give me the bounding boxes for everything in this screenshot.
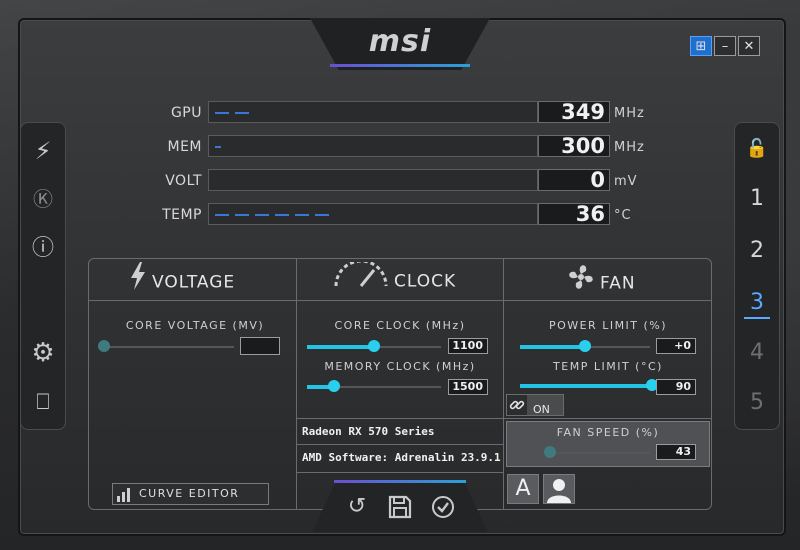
bottom-bar-accent (334, 480, 466, 483)
settings-icon[interactable]: ⚙ (21, 335, 65, 371)
profile-3[interactable]: 3 (735, 285, 779, 321)
windows-icon[interactable]: ⊞ (690, 36, 712, 56)
divider (296, 418, 712, 419)
title-badge-accent (330, 64, 470, 67)
memory-clock-value[interactable]: 1500 (448, 379, 488, 395)
monitor-track (208, 169, 538, 191)
divider (88, 300, 712, 301)
voltage-title: VOLTAGE (152, 272, 236, 293)
monitor-label: MEM (167, 139, 202, 155)
curve-bars-icon (113, 484, 135, 504)
right-sidebar: 🔓 1 2 3 4 5 (734, 122, 780, 430)
monitor-track (208, 203, 538, 225)
temp-limit-label: TEMP LIMIT (°C) (553, 360, 663, 373)
monitor-row-mem: MEM 300 MHz (150, 134, 660, 160)
user-icon (547, 479, 571, 503)
slider-fill (520, 384, 652, 388)
power-limit-slider[interactable] (520, 340, 650, 354)
slider-fill (307, 345, 374, 349)
monitor-row-gpu: GPU 349 MHz (150, 100, 660, 126)
save-icon[interactable] (385, 492, 415, 522)
power-limit-label: POWER LIMIT (%) (548, 319, 668, 332)
monitor-value: 300 (538, 135, 610, 157)
voltage-header: VOLTAGE (128, 262, 268, 298)
fan-title: FAN (600, 273, 636, 294)
divider (296, 472, 503, 473)
fan-speed-label: FAN SPEED (%) (556, 426, 660, 439)
core-clock-slider[interactable] (307, 340, 441, 354)
fan-icon (566, 262, 596, 305)
monitor-unit: MHz (614, 106, 645, 121)
profile-2[interactable]: 2 (735, 233, 779, 269)
core-voltage-slider[interactable] (98, 340, 234, 354)
monitor-unit: MHz (614, 140, 645, 155)
curve-editor-button[interactable]: CURVE EDITOR (112, 483, 269, 505)
slider-fill (520, 345, 585, 349)
memory-clock-label: MEMORY CLOCK (MHz) (324, 360, 476, 373)
apply-icon[interactable] (428, 492, 458, 522)
curve-editor-label: CURVE EDITOR (139, 487, 240, 500)
minimize-button[interactable]: – (714, 36, 736, 56)
monitor-unit: °C (614, 208, 632, 223)
k-icon[interactable]: Ⓚ (21, 181, 65, 217)
unlock-icon[interactable]: 🔓 (735, 131, 779, 167)
temp-limit-slider[interactable] (520, 379, 658, 393)
memory-clock-slider[interactable] (307, 380, 441, 394)
fan-header: FAN (566, 262, 666, 298)
slider-rail (550, 452, 650, 454)
monitor-row-volt: VOLT 0 mV (150, 168, 660, 194)
monitor-value: 0 (538, 169, 610, 191)
monitor-value: 349 (538, 101, 610, 123)
link-toggle[interactable]: ON (506, 394, 564, 416)
core-clock-label: CORE CLOCK (MHz) (334, 319, 466, 332)
monitor-track (208, 135, 538, 157)
core-voltage-value[interactable] (240, 337, 280, 355)
speedometer-icon (332, 259, 390, 301)
monitor-label: GPU (170, 105, 202, 121)
fan-speed-value[interactable]: 43 (656, 444, 696, 460)
divider (503, 258, 504, 510)
lightning-icon (128, 262, 148, 303)
core-clock-value[interactable]: 1100 (448, 338, 488, 354)
link-state: ON (533, 403, 550, 416)
slider-knob[interactable] (327, 380, 340, 392)
temp-limit-value[interactable]: 90 (656, 379, 696, 395)
info-icon[interactable]: ⓘ (21, 231, 65, 267)
monitor-track (208, 101, 538, 123)
slider-knob[interactable] (579, 340, 591, 352)
fan-user-button[interactable] (543, 474, 575, 504)
reset-icon[interactable]: ↺ (342, 492, 372, 522)
monitor-level (215, 146, 221, 148)
monitor-label: TEMP (162, 207, 202, 223)
slider-rail (104, 346, 234, 348)
kombustor-icon[interactable]: ⚡ (21, 133, 65, 169)
monitor-unit: mV (614, 174, 638, 189)
monitor-label: VOLT (165, 173, 202, 189)
slider-knob[interactable] (544, 446, 556, 458)
profile-4[interactable]: 4 (735, 335, 779, 371)
core-voltage-label: CORE VOLTAGE (MV) (125, 319, 265, 332)
profile-5[interactable]: 5 (735, 385, 779, 421)
driver-version: AMD Software: Adrenalin 23.9.1 (302, 451, 501, 464)
link-icon (507, 395, 527, 415)
slider-knob[interactable] (98, 340, 110, 352)
slider-knob[interactable] (368, 340, 380, 352)
monitor-icon[interactable]: ⎕ (21, 385, 65, 421)
gpu-name: Radeon RX 570 Series (302, 425, 435, 438)
left-sidebar: ⚡ Ⓚ ⓘ ⚙ ⎕ (20, 122, 66, 430)
clock-title: CLOCK (394, 271, 457, 292)
monitor-level (215, 112, 253, 114)
clock-header: CLOCK (332, 259, 482, 301)
monitor-value: 36 (538, 203, 610, 225)
fan-auto-button[interactable]: A (507, 474, 539, 504)
msi-logo: msi (368, 24, 432, 59)
fan-speed-slider[interactable] (544, 446, 650, 460)
divider (296, 444, 503, 445)
window-controls: ⊞ – ✕ (690, 36, 760, 56)
monitor-row-temp: TEMP 36 °C (150, 202, 660, 228)
monitor-level (215, 214, 329, 216)
power-limit-value[interactable]: +0 (656, 338, 696, 354)
profile-1[interactable]: 1 (735, 181, 779, 217)
close-button[interactable]: ✕ (738, 36, 760, 56)
